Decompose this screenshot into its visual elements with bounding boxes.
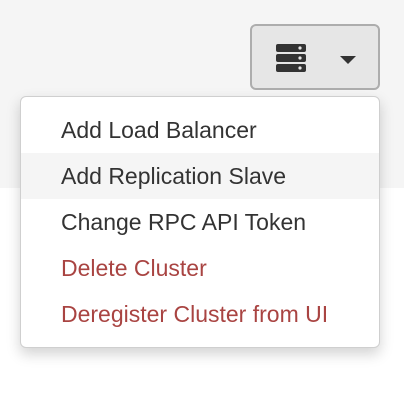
server-stack-icon [276, 44, 306, 72]
cluster-actions-menu: Add Load Balancer Add Replication Slave … [20, 96, 380, 348]
menu-item-delete-cluster[interactable]: Delete Cluster [21, 245, 379, 291]
menu-item-add-replication-slave[interactable]: Add Replication Slave [21, 153, 379, 199]
caret-down-icon [340, 56, 356, 64]
menu-item-deregister-cluster[interactable]: Deregister Cluster from UI [21, 291, 379, 337]
cluster-actions-dropdown-button[interactable] [250, 24, 380, 90]
menu-item-change-rpc-api-token[interactable]: Change RPC API Token [21, 199, 379, 245]
page: Add Load Balancer Add Replication Slave … [0, 0, 404, 404]
menu-item-add-load-balancer[interactable]: Add Load Balancer [21, 107, 379, 153]
